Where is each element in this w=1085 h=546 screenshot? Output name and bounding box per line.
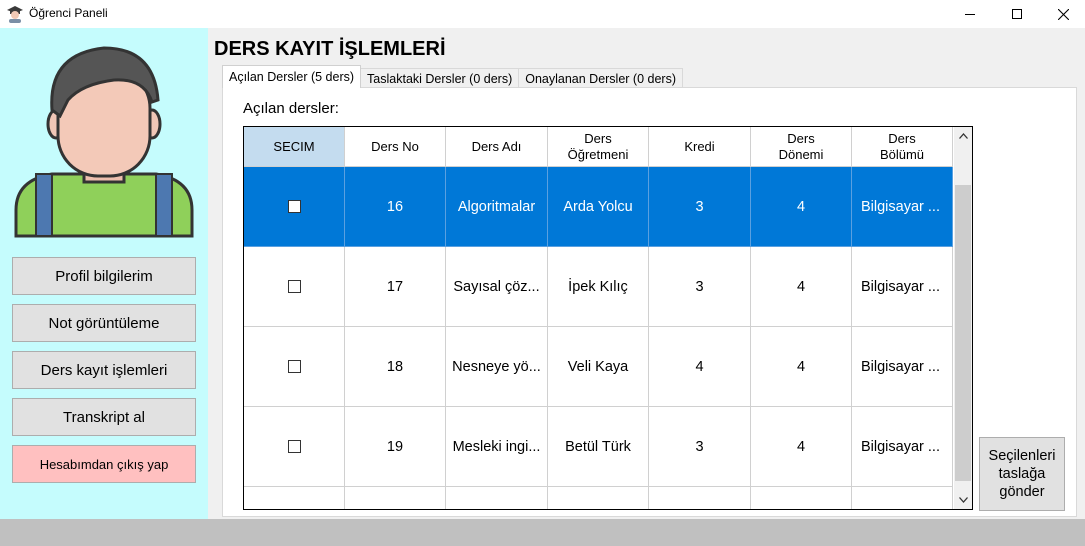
select-cell[interactable] — [244, 487, 345, 509]
column-header-label: Ders Bölümü — [879, 130, 925, 162]
chevron-down-icon — [958, 497, 968, 503]
tab-panel: Açılan dersler: SECIM Ders No Ders Adı D… — [222, 87, 1077, 517]
term-cell — [751, 487, 852, 509]
table-row[interactable]: 16 Algoritmalar Arda Yolcu 3 4 Bilgisaya… — [244, 167, 953, 247]
page-title: DERS KAYIT İŞLEMLERİ — [214, 38, 446, 60]
select-checkbox[interactable] — [287, 200, 301, 213]
department-cell: Bilgisayar ... — [852, 167, 953, 247]
column-header-label: SECIM — [273, 138, 315, 154]
course-no-cell — [345, 487, 446, 509]
main-panel: DERS KAYIT İŞLEMLERİ Açılan Dersler (5 d… — [208, 28, 1085, 519]
profile-button[interactable]: Profil bilgilerim — [12, 257, 196, 295]
term-cell: 4 — [751, 167, 852, 247]
column-header-label: Ders Adı — [471, 138, 522, 154]
select-checkbox[interactable] — [287, 280, 301, 293]
status-bar — [0, 519, 1085, 546]
grid-header: SECIM Ders No Ders Adı Ders Öğretmeni Kr… — [244, 127, 953, 167]
scroll-down-button[interactable] — [954, 491, 972, 509]
tab-strip: Açılan Dersler (5 ders) Taslaktaki Dersl… — [222, 65, 683, 88]
column-header-label: Kredi — [684, 138, 715, 154]
credit-cell: 4 — [649, 327, 751, 407]
grid-rows: 16 Algoritmalar Arda Yolcu 3 4 Bilgisaya… — [244, 167, 953, 509]
course-no-cell: 19 — [345, 407, 446, 487]
department-cell: Bilgisayar ... — [852, 327, 953, 407]
app-window: Öğrenci Paneli Profil bilgilerim Not gör… — [0, 0, 1085, 546]
select-checkbox[interactable] — [287, 360, 301, 373]
tab-draft-courses[interactable]: Taslaktaki Dersler (0 ders) — [360, 68, 520, 88]
scroll-thumb[interactable] — [955, 185, 971, 481]
term-cell: 4 — [751, 247, 852, 327]
credit-cell: 3 — [649, 407, 751, 487]
select-checkbox[interactable] — [287, 440, 301, 453]
teacher-cell — [548, 487, 649, 509]
column-header-kredi[interactable]: Kredi — [649, 127, 751, 167]
table-row[interactable] — [244, 487, 953, 509]
column-header-label: Ders No — [371, 138, 419, 154]
tab-open-courses[interactable]: Açılan Dersler (5 ders) — [222, 65, 362, 88]
minimize-icon — [965, 14, 975, 15]
table-row[interactable]: 18 Nesneye yö... Veli Kaya 4 4 Bilgisaya… — [244, 327, 953, 407]
vertical-scrollbar[interactable] — [954, 127, 972, 509]
student-avatar-icon — [14, 46, 194, 238]
logout-button[interactable]: Hesabımdan çıkış yap — [12, 445, 196, 483]
select-cell[interactable] — [244, 247, 345, 327]
select-cell[interactable] — [244, 407, 345, 487]
table-row[interactable]: 19 Mesleki ingi... Betül Türk 3 4 Bilgis… — [244, 407, 953, 487]
minimize-button[interactable] — [947, 0, 993, 28]
course-name-cell: Mesleki ingi... — [446, 407, 548, 487]
window-title: Öğrenci Paneli — [29, 6, 108, 20]
course-no-cell: 18 — [345, 327, 446, 407]
course-name-cell — [446, 487, 548, 509]
list-label: Açılan dersler: — [243, 100, 339, 117]
column-header-ders-donemi[interactable]: Ders Dönemi — [751, 127, 852, 167]
maximize-button[interactable] — [994, 0, 1040, 28]
column-header-label: Ders Öğretmeni — [567, 130, 629, 162]
course-name-cell: Sayısal çöz... — [446, 247, 548, 327]
credit-cell: 3 — [649, 167, 751, 247]
teacher-cell: İpek Kılıç — [548, 247, 649, 327]
course-name-cell: Algoritmalar — [446, 167, 548, 247]
scroll-up-button[interactable] — [954, 127, 972, 145]
close-button[interactable] — [1040, 0, 1085, 28]
department-cell: Bilgisayar ... — [852, 407, 953, 487]
column-header-ders-bolumu[interactable]: Ders Bölümü — [852, 127, 953, 167]
chevron-up-icon — [958, 133, 968, 139]
tab-approved-courses[interactable]: Onaylanan Dersler (0 ders) — [518, 68, 683, 88]
term-cell: 4 — [751, 327, 852, 407]
title-bar[interactable]: Öğrenci Paneli — [0, 0, 1085, 28]
credit-cell — [649, 487, 751, 509]
term-cell: 4 — [751, 407, 852, 487]
column-header-secim[interactable]: SECIM — [244, 127, 345, 167]
teacher-cell: Arda Yolcu — [548, 167, 649, 247]
course-registration-button[interactable]: Ders kayıt işlemleri — [12, 351, 196, 389]
sidebar: Profil bilgilerim Not görüntüleme Ders k… — [0, 28, 208, 519]
course-no-cell: 16 — [345, 167, 446, 247]
column-header-ders-no[interactable]: Ders No — [345, 127, 446, 167]
course-no-cell: 17 — [345, 247, 446, 327]
teacher-cell: Veli Kaya — [548, 327, 649, 407]
maximize-icon — [1012, 9, 1022, 19]
send-to-draft-button[interactable]: Seçilenleri taslağa gönder — [979, 437, 1065, 511]
table-row[interactable]: 17 Sayısal çöz... İpek Kılıç 3 4 Bilgisa… — [244, 247, 953, 327]
course-name-cell: Nesneye yö... — [446, 327, 548, 407]
select-cell[interactable] — [244, 167, 345, 247]
transcript-button[interactable]: Transkript al — [12, 398, 196, 436]
credit-cell: 3 — [649, 247, 751, 327]
column-header-ders-ogretmeni[interactable]: Ders Öğretmeni — [548, 127, 649, 167]
student-graduate-icon — [7, 6, 23, 23]
select-cell[interactable] — [244, 327, 345, 407]
teacher-cell: Betül Türk — [548, 407, 649, 487]
department-cell — [852, 487, 953, 509]
courses-grid[interactable]: SECIM Ders No Ders Adı Ders Öğretmeni Kr… — [243, 126, 973, 510]
column-header-label: Ders Dönemi — [778, 130, 824, 162]
column-header-ders-adi[interactable]: Ders Adı — [446, 127, 548, 167]
grades-button[interactable]: Not görüntüleme — [12, 304, 196, 342]
department-cell: Bilgisayar ... — [852, 247, 953, 327]
close-icon — [1057, 8, 1069, 20]
